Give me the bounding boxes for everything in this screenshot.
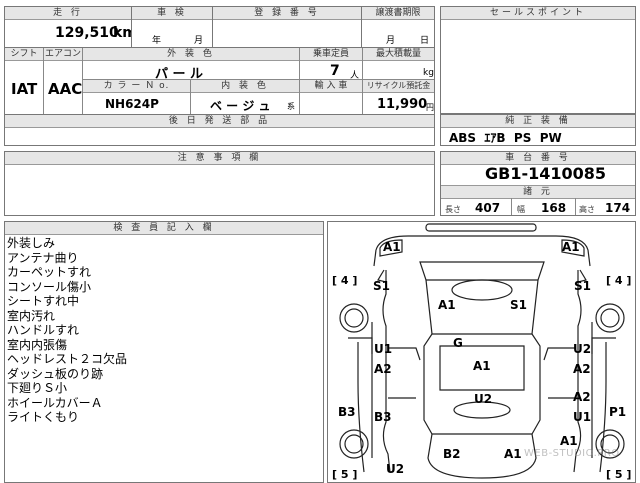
mark-a2-left: A2 (374, 362, 392, 376)
mark-front-right: A1 (562, 240, 580, 254)
mileage-box: 走 行 129,510 km (4, 6, 137, 48)
mark-u2-center: U2 (474, 392, 493, 406)
transfer-month: 月 (386, 36, 396, 46)
remark-item: ハンドルすれ (7, 323, 80, 337)
mark-a2-right: A2 (573, 362, 591, 376)
mark-bracket-left-bottom: [ 5 ] (332, 468, 358, 481)
mark-b3-inner: B3 (374, 410, 392, 424)
shift-header: シフト (5, 48, 43, 61)
width-label: 幅 (517, 205, 525, 214)
mark-u2-rear: U2 (386, 462, 405, 476)
inspector-box: 検 査 員 記 入 欄 外装しみ アンテナ曲り カーペットすれ コンソール傷小 … (4, 221, 324, 483)
remark-item: アンテナ曲り (7, 250, 79, 265)
chassis-box: 車 台 番 号 GB1-1410085 諸 元 長さ 407 幅 168 高さ … (440, 151, 636, 216)
mark-s1-roof: S1 (510, 298, 527, 312)
mark-s1-right: S1 (574, 279, 591, 293)
genuine-equip-box: 純 正 装 備 ABS ｴｱB PS PW (440, 114, 636, 146)
genuine-equip-header: 純 正 装 備 (441, 115, 635, 128)
mark-front-left: A1 (383, 240, 401, 254)
capacity-value: 7 (330, 63, 340, 79)
length-value: 407 (475, 201, 501, 215)
capacity-header: 乗車定員 (300, 48, 362, 61)
sales-point-box: セールスポイント (440, 6, 636, 114)
remark-item: ダッシュ板のり跡 (7, 366, 104, 381)
mark-a1-center: A1 (473, 359, 491, 373)
car-diagram-box: A1 A1 [ 4 ] [ 4 ] S1 S1 A1 S1 U1 U2 G A2… (327, 221, 636, 483)
watermark: WEB-STUDIO.PRO (524, 448, 620, 459)
registration-header: 登 録 番 号 (213, 7, 361, 20)
later-docs-box: 後 日 発 送 部 品 (4, 114, 435, 146)
transfer-header: 譲渡書期限 (362, 7, 434, 20)
remark-item: ライトくもり (7, 410, 80, 424)
length-label: 長さ (445, 205, 461, 214)
mark-bracket-right-bottom: [ 5 ] (606, 468, 632, 481)
remark-item: 下廻りＳ小 (7, 381, 68, 395)
mark-a2-right-lower: A2 (573, 390, 591, 404)
remark-item: ホイールカバーＡ (7, 395, 103, 410)
equipment-value: ABS ｴｱB PS PW (449, 131, 562, 145)
mark-g: G (453, 336, 463, 350)
inspection-year-label: 年 (152, 36, 162, 46)
transfer-box: 譲渡書期限 月 日 (361, 6, 435, 48)
mark-b3-left: B3 (338, 405, 356, 419)
remark-item: 外装しみ (7, 236, 56, 250)
recycle-header: リサイクル預託金 (363, 80, 434, 93)
inspection-header: 車 検 (132, 7, 212, 20)
inspection-box: 車 検 年 月 (131, 6, 213, 48)
ext-color-header: 外 装 色 (83, 48, 299, 61)
mark-u2-right: U2 (573, 342, 592, 356)
mark-a1-rear: A1 (560, 434, 578, 448)
remark-item: 室内内張傷 (7, 337, 68, 352)
notes-box: 注 意 事 項 欄 (4, 151, 435, 216)
mark-s1-left: S1 (373, 279, 390, 293)
chassis-value: GB1-1410085 (485, 164, 607, 183)
max-load-unit: kg (423, 68, 434, 78)
inspection-month-label: 月 (194, 36, 204, 46)
height-value: 174 (605, 201, 631, 215)
remark-item: 室内汚れ (7, 308, 56, 323)
width-value: 168 (541, 201, 567, 215)
transfer-day: 日 (420, 36, 430, 46)
mark-bracket-right-top: [ 4 ] (606, 274, 632, 287)
int-color-suffix: 系 (287, 102, 295, 111)
max-load-header: 最大積載量 (363, 48, 434, 61)
mileage-value: 129,510 (55, 25, 119, 41)
dimensions-header: 諸 元 (441, 185, 635, 199)
aircon-value: AAC (48, 80, 83, 98)
color-no-header: カ ラ ー Ｎ o. (83, 80, 190, 93)
remark-item: シートすれ中 (7, 294, 80, 308)
int-color-value: ベ ー ジ ュ (210, 99, 271, 113)
mark-a1-rear-center: A1 (504, 447, 522, 461)
mark-u1-right: U1 (573, 410, 592, 424)
mark-a1-roof: A1 (438, 298, 456, 312)
registration-box: 登 録 番 号 (212, 6, 362, 48)
remark-item: ヘッドレスト２コ欠品 (7, 352, 128, 366)
remark-item: コンソール傷小 (7, 279, 92, 294)
notes-header: 注 意 事 項 欄 (5, 152, 434, 165)
recycle-unit: 円 (426, 103, 434, 112)
mark-u1-left: U1 (374, 342, 393, 356)
vehicle-spec-box: シフト IAT エアコン AAC 外 装 色 パ ー ル 乗車定員 7 人 最大… (4, 47, 435, 115)
recycle-value: 11,990 (377, 97, 428, 112)
mark-p1: P1 (609, 405, 627, 419)
remark-item: カーペットすれ (7, 265, 92, 279)
sales-point-header: セールスポイント (441, 7, 635, 20)
mark-bracket-left-top: [ 4 ] (332, 274, 358, 287)
inspector-header: 検 査 員 記 入 欄 (5, 222, 323, 235)
import-header: 輸 入 車 (300, 80, 362, 93)
mark-b2: B2 (443, 447, 461, 461)
shift-value: IAT (11, 80, 38, 98)
mileage-header: 走 行 (5, 7, 131, 20)
height-label: 高さ (579, 205, 595, 214)
aircon-header: エアコン (44, 48, 82, 61)
int-color-header: 内 装 色 (191, 80, 299, 93)
later-docs-header: 後 日 発 送 部 品 (5, 115, 434, 128)
color-no-value: NH624P (105, 97, 159, 111)
